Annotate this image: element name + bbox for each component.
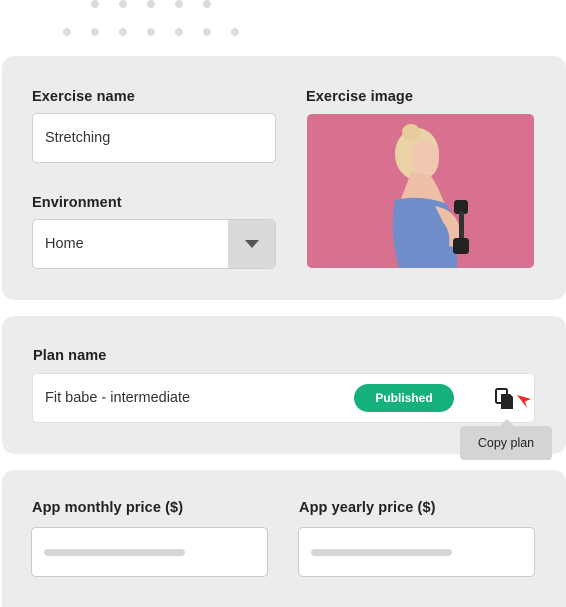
status-badge: Published	[354, 384, 454, 412]
dot	[147, 0, 155, 8]
dot	[119, 28, 127, 36]
yearly-price-input[interactable]	[298, 527, 535, 577]
editor-page: Exercise name Stretching Exercise image …	[0, 0, 566, 607]
cursor-pointer-icon	[515, 392, 533, 410]
dot	[175, 0, 183, 8]
exercise-name-value: Stretching	[45, 130, 111, 146]
dot	[119, 0, 127, 8]
dot	[175, 28, 183, 36]
monthly-price-input[interactable]	[31, 527, 268, 577]
environment-select[interactable]: Home	[32, 219, 276, 269]
yearly-price-label: App yearly price ($)	[299, 500, 436, 516]
cursor-pointer-graphic	[517, 395, 531, 408]
plan-name-label: Plan name	[33, 348, 107, 364]
monthly-price-label: App monthly price ($)	[32, 500, 184, 516]
loading-placeholder	[44, 549, 185, 556]
chevron-down-icon	[244, 240, 259, 248]
copy-plan-tooltip: Copy plan	[460, 426, 552, 460]
dot	[91, 0, 99, 8]
exercise-photo-illustration	[307, 114, 534, 268]
dot	[203, 0, 211, 8]
exercise-image[interactable]	[307, 114, 534, 268]
environment-value: Home	[45, 236, 84, 252]
plan-name-input[interactable]: Fit babe - intermediate	[32, 373, 535, 423]
environment-dropdown-toggle[interactable]	[228, 220, 275, 268]
environment-label: Environment	[32, 195, 122, 211]
exercise-name-input[interactable]: Stretching	[32, 113, 276, 163]
copy-icon-graphic	[495, 388, 513, 409]
loading-placeholder	[311, 549, 452, 556]
dot	[203, 28, 211, 36]
dot	[147, 28, 155, 36]
dot	[63, 28, 71, 36]
dot	[91, 28, 99, 36]
tooltip-arrow	[500, 419, 514, 426]
exercise-image-label: Exercise image	[306, 89, 413, 105]
dot	[231, 28, 239, 36]
exercise-name-label: Exercise name	[32, 89, 135, 105]
plan-name-value: Fit babe - intermediate	[45, 390, 191, 406]
copy-icon[interactable]	[495, 388, 515, 410]
